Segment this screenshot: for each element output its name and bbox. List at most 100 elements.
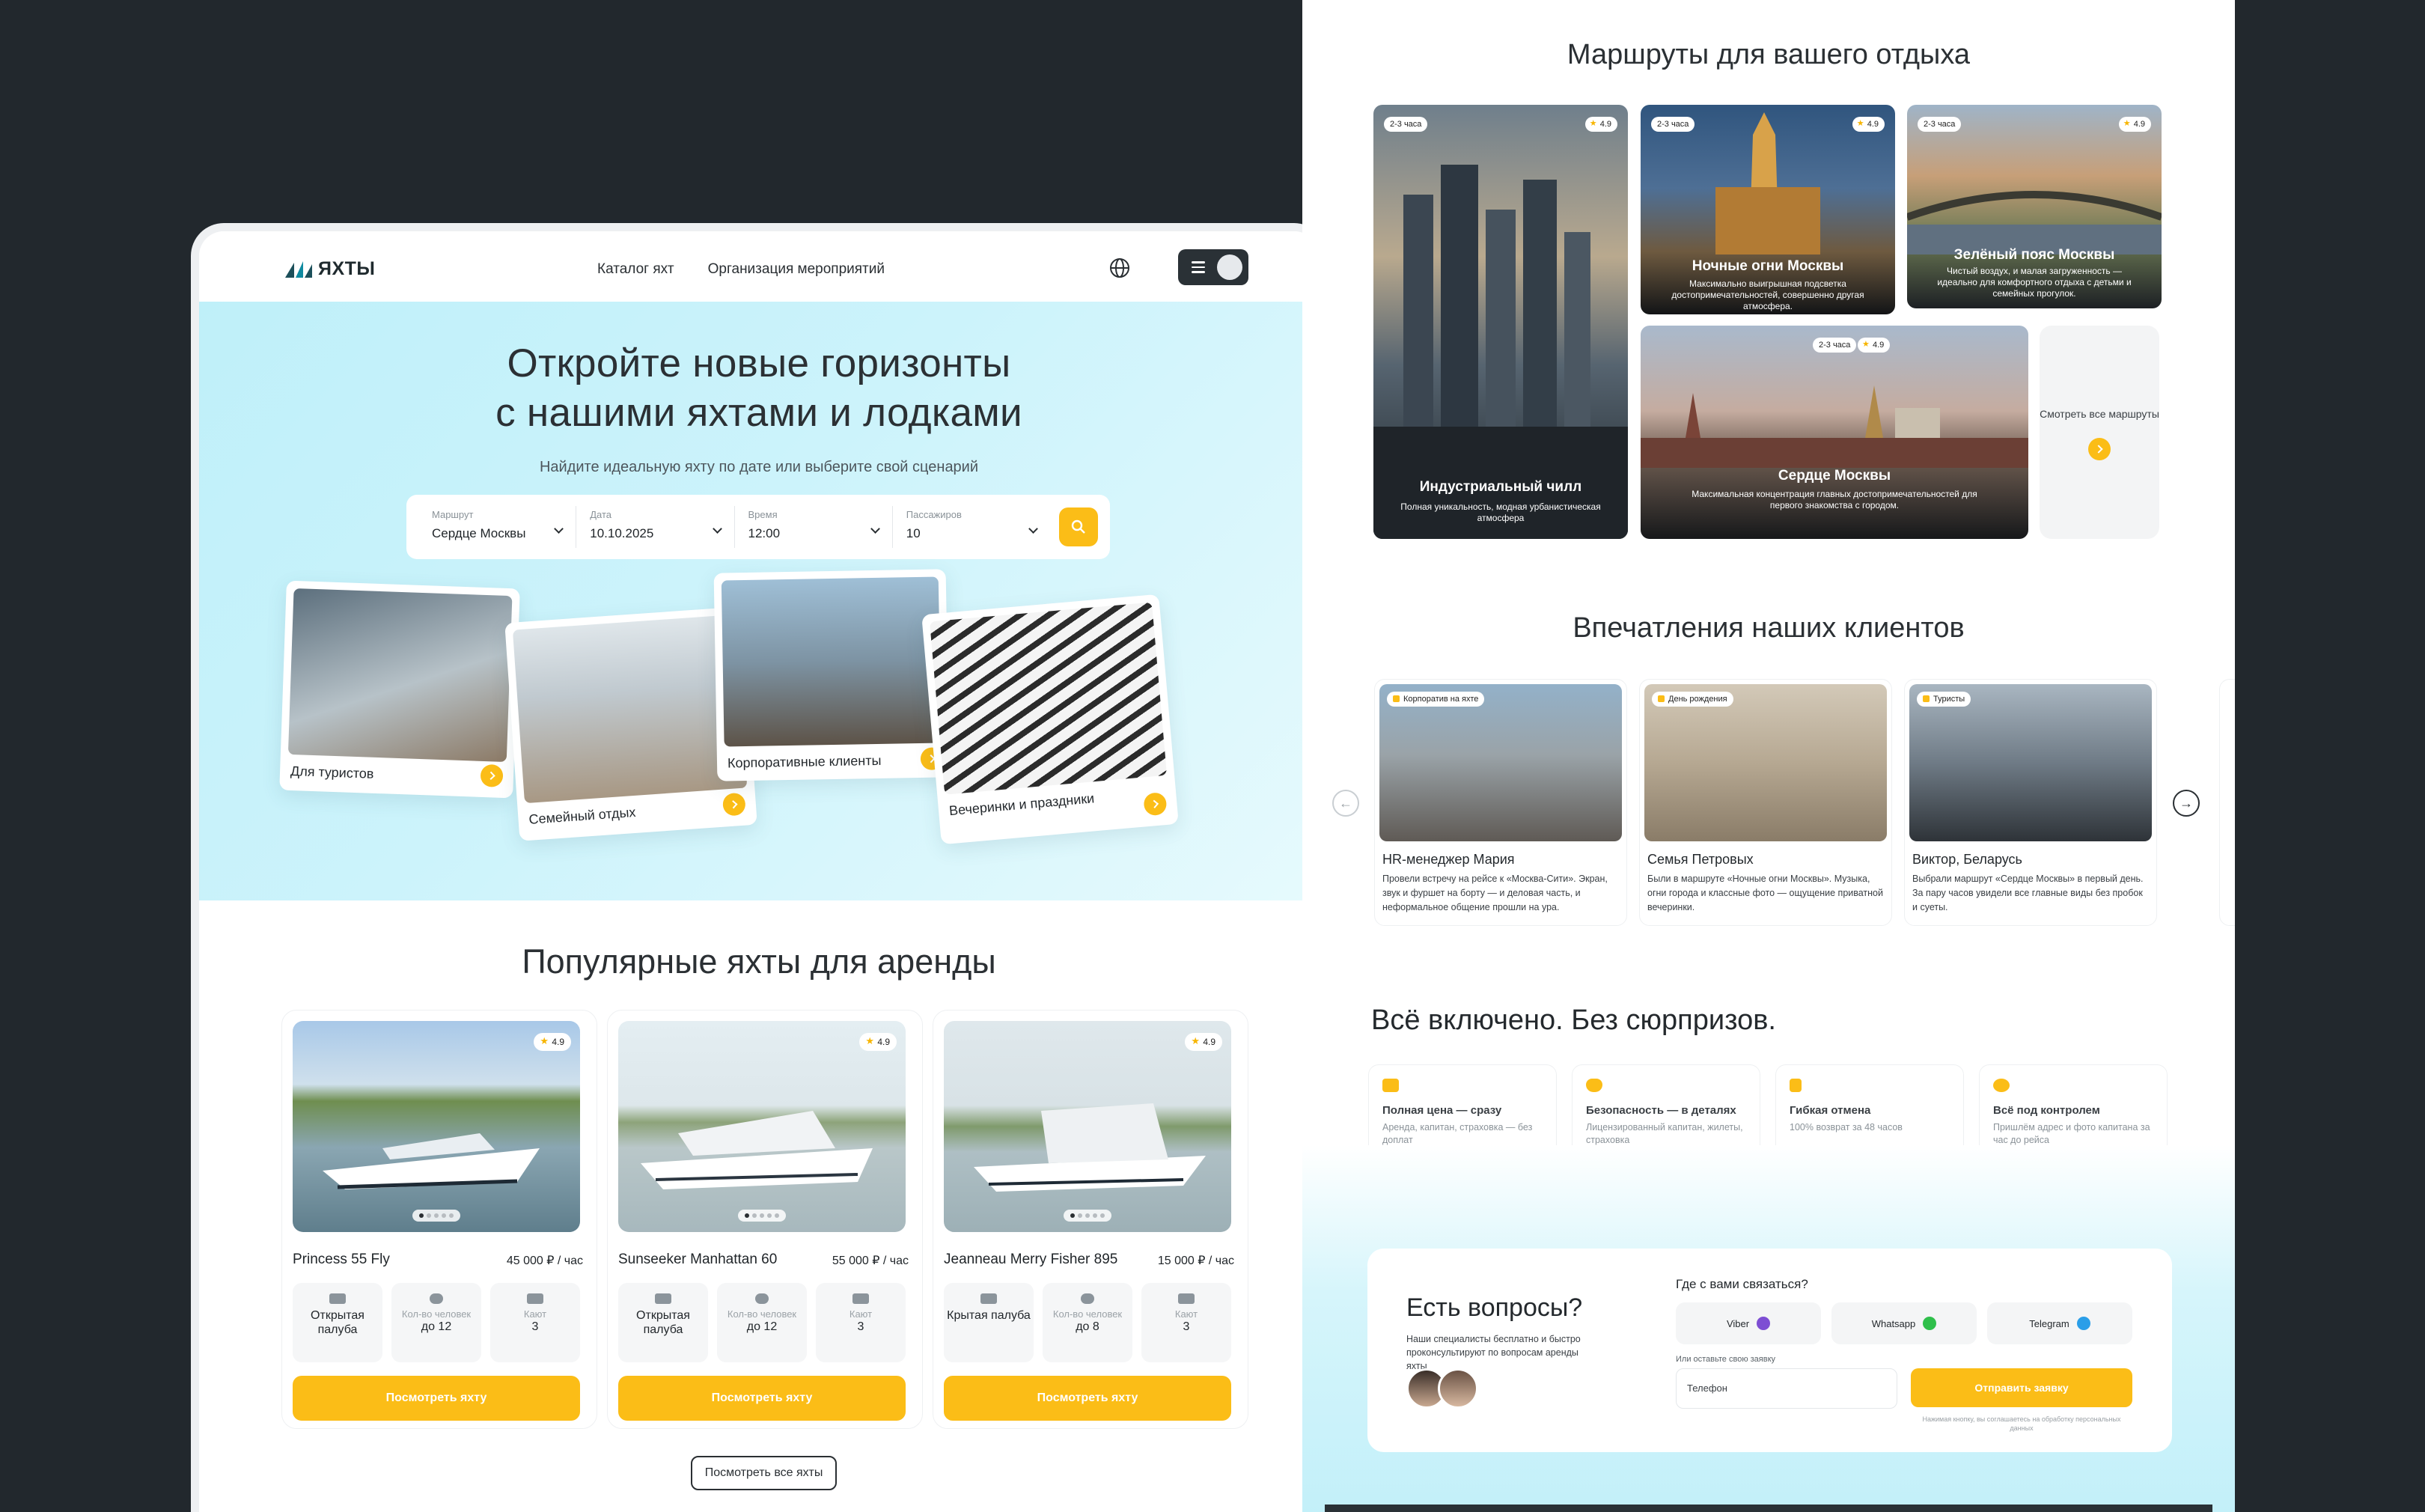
telegram-button[interactable]: Telegram: [1987, 1302, 2132, 1344]
review-text: Провели встречу на рейсе к «Москва-Сити»…: [1382, 874, 1608, 912]
all-routes-link[interactable]: Смотреть все маршруты: [2040, 326, 2159, 539]
duration-badge: 2-3 часа: [1918, 117, 1962, 132]
nav-catalog[interactable]: Каталог яхт: [597, 261, 674, 278]
review-author: Семья Петровых: [1647, 852, 1754, 867]
arrow-right-icon[interactable]: [2088, 438, 2111, 460]
popular-title: Популярные яхты для аренды: [522, 942, 996, 981]
view-yacht-button[interactable]: Посмотреть яхту: [944, 1376, 1231, 1421]
yacht-price: 45 000 ₽ / час: [506, 1255, 583, 1267]
date-select[interactable]: Дата 10.10.2025: [576, 506, 735, 548]
consent-note: Нажимая кнопку, вы соглашаетесь на обраб…: [1922, 1415, 2121, 1432]
review-author: Виктор, Беларусь: [1912, 852, 2022, 867]
scenario-card[interactable]: Вечеринки и праздники: [921, 594, 1179, 845]
reviews-title: Впечатления наших клиентов: [1573, 612, 1965, 644]
city-towers-icon: [1373, 165, 1628, 539]
rating-badge: 4.9: [1858, 338, 1891, 353]
logo[interactable]: ЯХТЫ: [284, 258, 375, 280]
rating-badge: 4.9: [1852, 117, 1885, 132]
rating-badge: 4.9: [534, 1033, 571, 1051]
deck-feature: Открытая палуба: [618, 1283, 708, 1362]
avatar: [1438, 1368, 1478, 1409]
deck-feature: Крытая палуба: [944, 1283, 1034, 1362]
route-title: Индустриальный чилл: [1419, 479, 1582, 495]
view-yacht-button[interactable]: Посмотреть яхту: [293, 1376, 580, 1421]
contact-title: Есть вопросы?: [1406, 1293, 1583, 1322]
scenario-label: Корпоративные клиенты: [727, 752, 882, 771]
prev-arrow-icon[interactable]: ←: [1332, 790, 1359, 817]
search-button[interactable]: [1059, 507, 1098, 546]
menu-button[interactable]: [1178, 249, 1248, 285]
people-feature: Кол-во человек до 8: [1043, 1283, 1132, 1362]
submit-request-button[interactable]: Отправить заявку: [1911, 1368, 2132, 1407]
people-icon: [755, 1293, 769, 1304]
yacht-name: Jeanneau Merry Fisher 895: [944, 1252, 1118, 1267]
contact-subtitle: Наши специалисты бесплатно и быстро прок…: [1406, 1334, 1581, 1371]
yacht-price: 15 000 ₽ / час: [1157, 1255, 1234, 1267]
next-arrow-icon[interactable]: →: [2173, 790, 2200, 817]
review-tag: Туристы: [1917, 692, 1971, 707]
nav-events[interactable]: Организация мероприятий: [708, 261, 885, 278]
yacht-name: Princess 55 Fly: [293, 1252, 390, 1267]
logo-text: ЯХТЫ: [318, 258, 376, 279]
contact-where-label: Где с вами связаться?: [1676, 1277, 1808, 1291]
hero-subtitle: Найдите идеальную яхту по дате или выбер…: [539, 459, 979, 475]
whatsapp-button[interactable]: Whatsapp: [1831, 1302, 1977, 1344]
route-card[interactable]: 2-3 часа 4.9 Индустриальный чилл Полная …: [1373, 105, 1628, 539]
viber-icon: [1757, 1317, 1771, 1330]
people-icon: [430, 1293, 443, 1304]
route-title: Сердце Москвы: [1778, 468, 1891, 484]
cabins-feature: Кают 3: [490, 1283, 580, 1362]
route-desc: Полная уникальность, модная урбанистичес…: [1400, 502, 1601, 523]
review-author: HR-менеджер Мария: [1382, 852, 1515, 867]
people-feature: Кол-во человек до 12: [717, 1283, 807, 1362]
rating-badge: 4.9: [1584, 117, 1617, 132]
review-card-partial: [2219, 679, 2235, 926]
scenario-card[interactable]: Корпоративные клиенты: [713, 569, 950, 781]
search-bar: Маршрут Сердце Москвы Дата 10.10.2025 Врем…: [406, 495, 1110, 559]
yacht-shape-icon: [974, 1103, 1206, 1192]
bed-icon: [1178, 1293, 1195, 1304]
bed-icon: [852, 1293, 869, 1304]
review-text: Выбрали маршрут «Сердце Москвы» в первый…: [1912, 874, 2144, 912]
rating-badge: 4.9: [1185, 1033, 1222, 1051]
boat-icon: [980, 1293, 997, 1304]
people-icon: [1081, 1293, 1094, 1304]
review-tag: Корпоратив на яхте: [1387, 692, 1485, 707]
phone-input[interactable]: Телефон: [1676, 1368, 1897, 1409]
time-select[interactable]: Время 12:00: [735, 506, 893, 548]
carousel-dots[interactable]: [738, 1210, 786, 1222]
view-yacht-button[interactable]: Посмотреть яхту: [618, 1376, 906, 1421]
yacht-photo[interactable]: 4.9: [944, 1021, 1231, 1232]
scenario-card[interactable]: Для туристов: [279, 580, 520, 799]
yacht-photo[interactable]: 4.9: [618, 1021, 906, 1232]
carousel-dots[interactable]: [1064, 1210, 1111, 1222]
review-text: Были в маршруте «Ночные огни Москвы». Му…: [1647, 874, 1883, 912]
passengers-select[interactable]: Пассажиров 10: [893, 506, 1050, 548]
globe-icon[interactable]: [1108, 257, 1131, 279]
route-title: Ночные огни Москвы: [1692, 258, 1844, 274]
all-routes-label: Смотреть все маршруты: [2040, 408, 2159, 420]
route-card[interactable]: 2-3 часа 4.9 Сердце Москвы Максимальная …: [1641, 326, 2028, 539]
review-photo: День рождения: [1644, 684, 1887, 841]
carousel-dots[interactable]: [412, 1210, 460, 1222]
route-card[interactable]: 2-3 часа 4.9 Зелёный пояс Москвы Чистый …: [1907, 105, 2162, 308]
lock-icon: [1790, 1079, 1802, 1092]
viber-button[interactable]: Viber: [1676, 1302, 1821, 1344]
route-card[interactable]: 2-3 часа 4.9 Ночные огни Москвы Максимал…: [1641, 105, 1895, 314]
hero: Откройте новые горизонты с нашими яхтами …: [199, 302, 1319, 900]
request-label: Или оставьте свою заявку: [1676, 1355, 1776, 1364]
duration-badge: 2-3 часа: [1651, 117, 1695, 132]
people-feature: Кол-во человек до 12: [391, 1283, 481, 1362]
tourists-photo: [287, 588, 513, 763]
cabins-feature: Кают 3: [1141, 1283, 1231, 1362]
boat-icon: [655, 1293, 671, 1304]
route-desc: Максимально выигрышная подсветка достопр…: [1671, 278, 1864, 311]
yacht-photo[interactable]: 4.9: [293, 1021, 580, 1232]
route-select[interactable]: Маршрут Сердце Москвы: [418, 506, 577, 548]
duration-badge: 2-3 часа: [1813, 338, 1857, 353]
yacht-card: 4.9 Jeanneau Merry Fisher 895 15 000 ₽ /…: [933, 1010, 1248, 1429]
burger-icon: [1192, 261, 1205, 273]
scenario-label: Семейный отдых: [528, 804, 637, 827]
all-yachts-button[interactable]: Посмотреть все яхты: [691, 1456, 837, 1490]
yacht-card: 4.9 Princess 55 Fly 45 000 ₽ / час Откры…: [281, 1010, 597, 1429]
